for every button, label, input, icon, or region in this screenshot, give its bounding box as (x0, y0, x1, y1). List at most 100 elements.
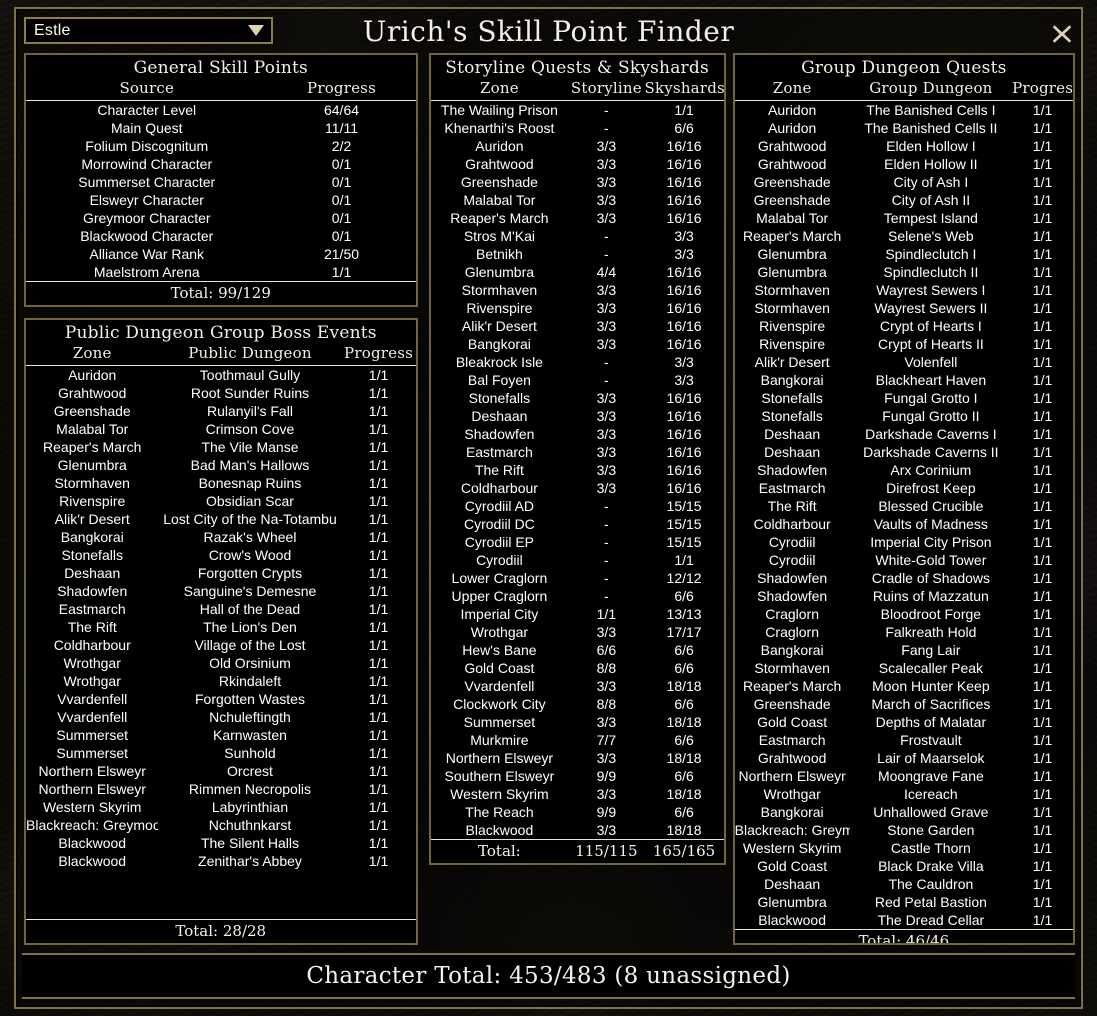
table-cell: 3/3 (674, 246, 694, 262)
table-cell: 1/1 (1032, 444, 1053, 460)
table-row: Eastmarch Hall of the Dead 1/1 (26, 600, 416, 618)
table-row: Rivenspire Obsidian Scar 1/1 (26, 492, 416, 510)
character-select-dropdown[interactable]: Estle (24, 17, 273, 44)
table-cell: Forgotten Wastes (194, 691, 305, 707)
table-cell: Folium Discognitum (85, 138, 209, 154)
table-cell: Hall of the Dead (199, 601, 301, 617)
table-cell: Glenumbra (464, 264, 535, 280)
table-cell: 1/1 (1032, 408, 1053, 424)
table-row: Glenumbra Red Petal Bastion 1/1 (735, 893, 1073, 911)
table-cell: City of Ash I (893, 174, 969, 190)
table-row: Malabal Tor 3/3 16/16 (431, 191, 724, 209)
table-row: Stormhaven Scalecaller Peak 1/1 (735, 659, 1073, 677)
table-cell: 4/4 (596, 264, 617, 280)
table-cell: Old Orsinium (209, 655, 291, 671)
table-cell: Khenarthi's Roost (444, 120, 555, 136)
table-cell: Deshaan (764, 444, 821, 460)
table-cell: 3/3 (596, 822, 617, 838)
table-cell: Grahtwood (57, 385, 127, 401)
table-cell: Blackwood (58, 835, 127, 851)
addon-window: Estle Urich's Skill Point Finder General… (14, 7, 1083, 1009)
panel-total: Total: 46/46 (734, 929, 1073, 943)
table-cell: Selene's Web (888, 228, 974, 244)
table-cell: Grahtwood (757, 156, 827, 172)
table-cell: 1/1 (368, 781, 389, 797)
table-cell: 1/1 (1032, 750, 1053, 766)
table-cell: 16/16 (666, 192, 702, 208)
table-cell: Cyrodiil (768, 552, 816, 568)
table-cell: Scalecaller Peak (878, 660, 984, 676)
table-cell: 3/3 (596, 174, 617, 190)
table-cell: Rivenspire (466, 300, 533, 316)
table-cell: 0/1 (331, 156, 352, 172)
table-cell: 1/1 (368, 583, 389, 599)
table-cell: City of Ash II (891, 192, 971, 208)
table-cell: Bonesnap Ruins (198, 475, 302, 491)
table-cell: 1/1 (1032, 498, 1053, 514)
table-row: Stormhaven Wayrest Sewers I 1/1 (735, 281, 1073, 299)
table-cell: Western Skyrim (450, 786, 549, 802)
table-cell: 9/9 (596, 804, 617, 820)
panel-public-dungeon: Public Dungeon Group Boss Events Zone Pu… (24, 318, 418, 945)
table-cell: Stros M'Kai (463, 228, 535, 244)
table-cell: 6/6 (674, 120, 694, 136)
table-cell: 1/1 (368, 853, 389, 869)
table-cell: Shadowfen (757, 588, 828, 604)
table-cell: 3/3 (674, 372, 694, 388)
table-cell: Nchuleftingth (209, 709, 291, 725)
table-cell: 3/3 (596, 624, 617, 640)
table-row: Alik'r Desert 3/3 16/16 (431, 317, 724, 335)
table-cell: 0/1 (331, 228, 352, 244)
table-cell: Darkshade Caverns I (865, 426, 997, 442)
table-row: Deshaan The Cauldron 1/1 (735, 875, 1073, 893)
table-cell: Greenshade (753, 696, 831, 712)
table-cell: Grahtwood (757, 750, 827, 766)
close-icon[interactable] (1049, 21, 1075, 47)
table-cell: Summerset Character (78, 174, 216, 190)
table-cell: - (604, 246, 609, 262)
table-cell: Shadowfen (757, 462, 828, 478)
table-cell: 16/16 (666, 138, 702, 154)
table-cell: Morrowind Character (81, 156, 213, 172)
table-cell: Obsidian Scar (206, 493, 294, 509)
column-header-source: Source (26, 79, 268, 101)
table-cell: 1/1 (368, 745, 389, 761)
table-cell: 1/1 (1032, 678, 1053, 694)
table-row: Imperial City 1/1 13/13 (431, 605, 724, 623)
table-cell: 1/1 (368, 655, 389, 671)
table-cell: Spindleclutch II (883, 264, 979, 280)
table-cell: 1/1 (368, 403, 389, 419)
table-cell: 1/1 (1032, 390, 1053, 406)
table-row: Deshaan Darkshade Caverns II 1/1 (735, 443, 1073, 461)
table-cell: Maelstrom Arena (93, 264, 200, 280)
table-cell: 1/1 (368, 367, 389, 383)
table-cell: 15/15 (666, 516, 702, 532)
table-cell: Coldharbour (460, 480, 538, 496)
table-cell: Wayrest Sewers I (876, 282, 986, 298)
table-cell: Betnikh (476, 246, 523, 262)
table-cell: 1/1 (1032, 102, 1053, 118)
table-cell: Labyrinthian (211, 799, 289, 815)
table-row: Northern Elsweyr Moongrave Fane 1/1 (735, 767, 1073, 785)
table-cell: Rkindaleft (218, 673, 282, 689)
group-dungeon-table: Zone Group Dungeon Progress Auridon The B… (734, 79, 1073, 930)
total-storyline: 115/115 (575, 842, 638, 860)
table-cell: Deshaan (471, 408, 528, 424)
table-cell: 13/13 (666, 606, 702, 622)
table-cell: 1/1 (1032, 246, 1053, 262)
panel-title: Public Dungeon Group Boss Events (64, 323, 377, 343)
table-cell: Bad Man's Hallows (190, 457, 310, 473)
table-row: Western Skyrim 3/3 18/18 (431, 785, 724, 803)
table-row: Auridon The Banished Cells II 1/1 (735, 119, 1073, 137)
table-cell: 1/1 (1032, 228, 1053, 244)
table-cell: Bloodroot Forge (880, 606, 982, 622)
table-row: Shadowfen Ruins of Mazzatun 1/1 (735, 587, 1073, 605)
table-row: Craglorn Falkreath Hold 1/1 (735, 623, 1073, 641)
table-cell: Blessed Crucible (878, 498, 984, 514)
table-cell: 1/1 (368, 691, 389, 707)
table-row: Rivenspire 3/3 16/16 (431, 299, 724, 317)
column-header-public-dungeon: Public Dungeon (158, 344, 342, 366)
group-dungeon-body: Auridon The Banished Cells I 1/1 Auridon The… (735, 101, 1073, 930)
panel-total: Total: 99/129 (26, 281, 416, 305)
table-cell: Elden Hollow II (884, 156, 978, 172)
